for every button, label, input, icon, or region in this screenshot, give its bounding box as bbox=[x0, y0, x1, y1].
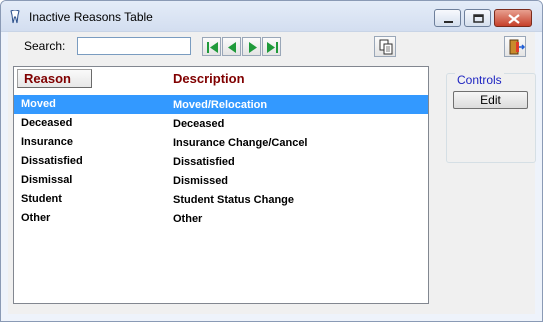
row-reason: Deceased bbox=[21, 117, 73, 129]
row-reason: Student bbox=[21, 193, 62, 205]
row-reason: Dissatisfied bbox=[21, 155, 83, 167]
row-reason: Dismissal bbox=[21, 174, 73, 186]
table-row[interactable]: Insurance Insurance Change/Cancel bbox=[14, 133, 428, 152]
window-title: Inactive Reasons Table bbox=[29, 10, 153, 24]
search-input[interactable] bbox=[77, 37, 191, 55]
app-tooth-icon bbox=[10, 10, 20, 24]
controls-label: Controls bbox=[455, 73, 504, 87]
exit-button[interactable] bbox=[504, 36, 526, 57]
next-record-button[interactable] bbox=[242, 37, 261, 56]
row-description: Other bbox=[173, 213, 203, 225]
next-record-icon bbox=[249, 42, 257, 53]
column-header-reason[interactable]: Reason bbox=[17, 69, 92, 88]
row-reason: Insurance bbox=[21, 136, 73, 148]
exit-door-icon bbox=[509, 39, 526, 55]
search-label: Search: bbox=[24, 39, 65, 53]
last-record-icon bbox=[267, 42, 278, 53]
first-record-button[interactable] bbox=[202, 37, 221, 56]
row-description: Insurance Change/Cancel bbox=[173, 137, 308, 149]
table-row[interactable]: Dissatisfied Dissatisfied bbox=[14, 152, 428, 171]
close-icon bbox=[508, 14, 520, 24]
inactive-reasons-window: Inactive Reasons Table Search: Reason De… bbox=[0, 0, 543, 322]
table-row[interactable]: Dismissal Dismissed bbox=[14, 171, 428, 190]
close-button[interactable] bbox=[494, 9, 532, 27]
edit-button[interactable]: Edit bbox=[453, 91, 528, 109]
table-row[interactable]: Student Student Status Change bbox=[14, 190, 428, 209]
search-label-text: Search: bbox=[24, 39, 66, 53]
row-description: Deceased bbox=[173, 118, 225, 130]
previous-record-icon bbox=[228, 42, 236, 53]
row-description: Dissatisfied bbox=[173, 156, 235, 168]
minimize-icon bbox=[444, 21, 453, 23]
maximize-button[interactable] bbox=[464, 9, 491, 27]
window-content: Search: Reason Description Moved Moved/R… bbox=[8, 32, 536, 314]
column-header-description: Description bbox=[173, 71, 245, 86]
row-reason: Other bbox=[21, 212, 51, 224]
row-reason: Moved bbox=[21, 98, 56, 110]
minimize-button[interactable] bbox=[434, 9, 461, 27]
first-record-icon bbox=[207, 42, 218, 53]
row-description: Moved/Relocation bbox=[173, 99, 268, 111]
row-description: Dismissed bbox=[173, 175, 229, 187]
previous-record-button[interactable] bbox=[222, 37, 241, 56]
copy-button[interactable] bbox=[374, 36, 396, 57]
table-row[interactable]: Deceased Deceased bbox=[14, 114, 428, 133]
table-row[interactable]: Other Other bbox=[14, 209, 428, 228]
table-row[interactable]: Moved Moved/Relocation bbox=[14, 95, 428, 114]
title-bar[interactable]: Inactive Reasons Table bbox=[1, 1, 542, 32]
maximize-icon bbox=[473, 14, 484, 23]
row-description: Student Status Change bbox=[173, 194, 295, 206]
last-record-button[interactable] bbox=[262, 37, 281, 56]
copy-icon bbox=[379, 39, 393, 55]
reasons-table: Reason Description Moved Moved/Relocatio… bbox=[13, 66, 429, 304]
